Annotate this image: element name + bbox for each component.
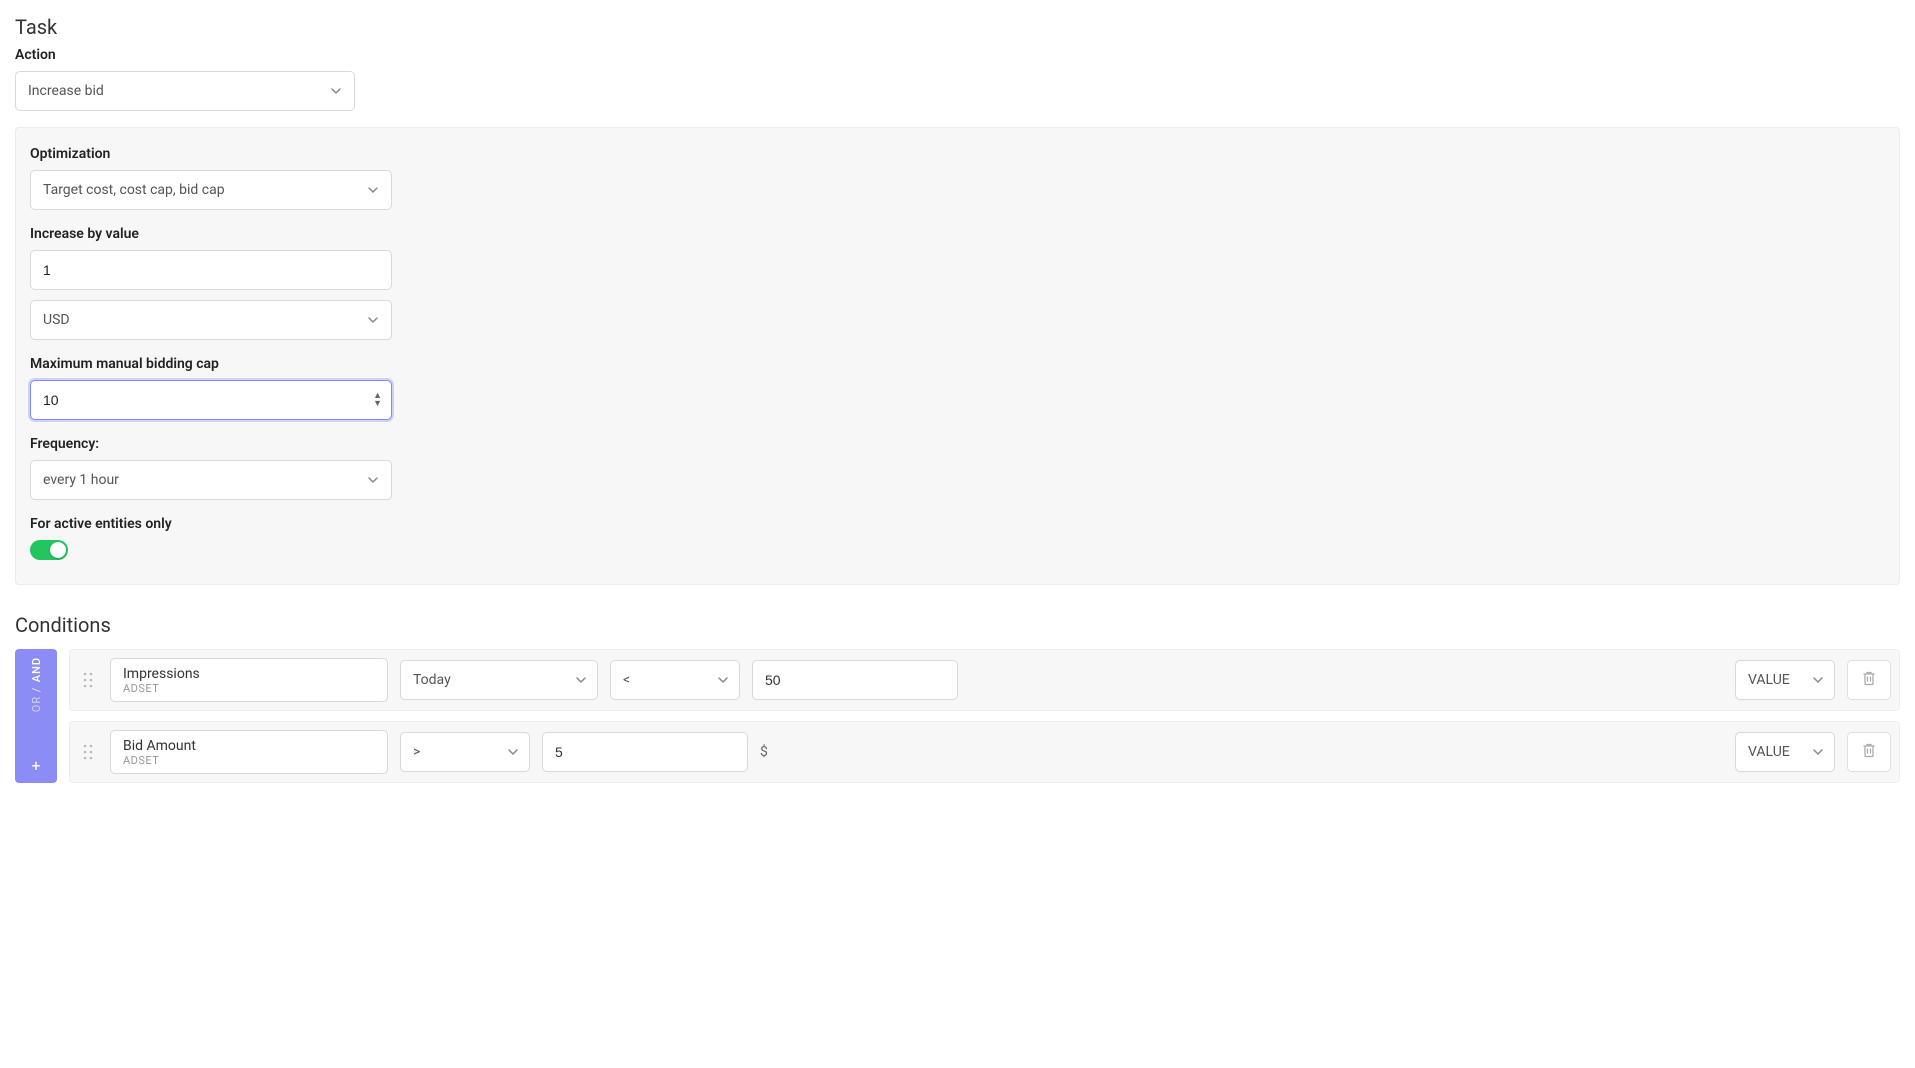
number-stepper[interactable]: ▲ ▼: [373, 392, 382, 408]
trash-icon: [1861, 742, 1877, 762]
optimization-select[interactable]: Target cost, cost cap, bid cap: [30, 170, 392, 210]
increase-by-label: Increase by value: [30, 226, 1885, 242]
logic-or: OR: [30, 696, 43, 712]
chevron-down-icon: [367, 474, 379, 486]
chevron-down-icon: [717, 674, 729, 686]
chevron-down-icon: [367, 314, 379, 326]
timeframe-select[interactable]: Today: [400, 660, 598, 700]
condition-row: Impressions ADSET Today <: [69, 649, 1900, 711]
frequency-label: Frequency:: [30, 436, 1885, 452]
operator-value: <: [623, 672, 630, 688]
chevron-down-icon: [507, 746, 519, 758]
operator-select[interactable]: <: [610, 660, 740, 700]
frequency-select[interactable]: every 1 hour: [30, 460, 392, 500]
max-cap-input[interactable]: [30, 380, 392, 420]
condition-row: Bid Amount ADSET > $ VALUE: [69, 721, 1900, 783]
delete-condition-button[interactable]: [1847, 732, 1891, 772]
operator-select[interactable]: >: [400, 732, 530, 772]
optimization-panel: Optimization Target cost, cost cap, bid …: [15, 127, 1900, 585]
metric-level: ADSET: [123, 682, 375, 695]
chevron-down-icon: [1812, 674, 1824, 686]
currency-select[interactable]: USD: [30, 300, 392, 340]
condition-value-input[interactable]: [752, 660, 958, 700]
value-type-select[interactable]: VALUE: [1735, 732, 1835, 772]
metric-select[interactable]: Impressions ADSET: [110, 658, 388, 702]
logic-and: AND: [30, 657, 43, 682]
action-label: Action: [15, 47, 1900, 63]
value-type-value: VALUE: [1748, 672, 1790, 688]
active-only-toggle[interactable]: [30, 540, 68, 560]
unit-symbol: $: [760, 744, 768, 760]
value-type-value: VALUE: [1748, 744, 1790, 760]
add-condition-button[interactable]: +: [31, 756, 40, 775]
delete-condition-button[interactable]: [1847, 660, 1891, 700]
metric-name: Bid Amount: [123, 738, 375, 754]
currency-value: USD: [43, 312, 70, 328]
task-section: Task Action Increase bid Optimization Ta…: [15, 15, 1900, 585]
increase-by-value-input[interactable]: [30, 250, 392, 290]
value-type-select[interactable]: VALUE: [1735, 660, 1835, 700]
timeframe-value: Today: [413, 672, 451, 688]
chevron-down-icon: [330, 85, 342, 97]
metric-select[interactable]: Bid Amount ADSET: [110, 730, 388, 774]
logic-operator-bar[interactable]: OR / AND +: [15, 649, 57, 783]
frequency-value: every 1 hour: [43, 472, 119, 488]
drag-handle-icon[interactable]: [78, 743, 98, 761]
conditions-section: Conditions OR / AND + Impressions ADSET: [15, 613, 1900, 783]
operator-value: >: [413, 744, 420, 760]
chevron-down-icon: ▼: [373, 400, 382, 408]
task-title: Task: [15, 15, 1900, 39]
metric-name: Impressions: [123, 666, 375, 682]
drag-handle-icon[interactable]: [78, 671, 98, 689]
chevron-down-icon: [1812, 746, 1824, 758]
max-cap-label: Maximum manual bidding cap: [30, 356, 1885, 372]
toggle-knob: [50, 542, 66, 558]
active-only-label: For active entities only: [30, 516, 1885, 532]
chevron-down-icon: [367, 184, 379, 196]
metric-level: ADSET: [123, 754, 375, 767]
action-select-value: Increase bid: [28, 83, 104, 99]
optimization-label: Optimization: [30, 146, 1885, 162]
optimization-value: Target cost, cost cap, bid cap: [43, 182, 225, 198]
trash-icon: [1861, 670, 1877, 690]
condition-value-input[interactable]: [542, 732, 748, 772]
logic-slash: /: [30, 686, 43, 692]
chevron-down-icon: [575, 674, 587, 686]
conditions-title: Conditions: [15, 613, 1900, 637]
action-select[interactable]: Increase bid: [15, 71, 355, 111]
